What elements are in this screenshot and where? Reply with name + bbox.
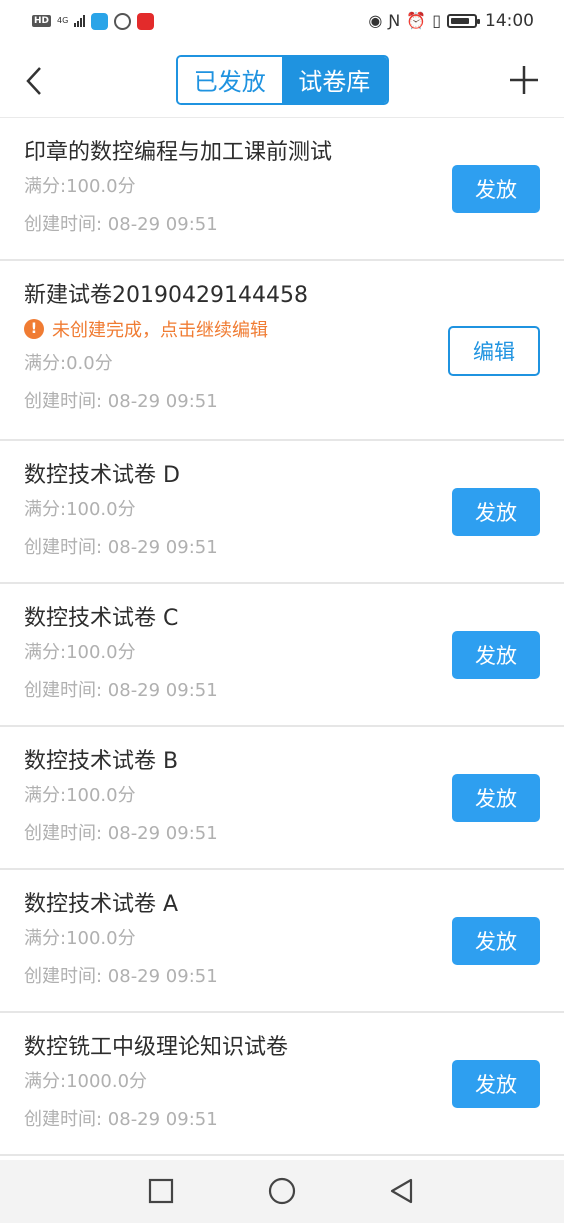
square-recents-icon[interactable]	[146, 1176, 176, 1206]
paper-title: 数控技术试卷 D	[24, 463, 180, 488]
news-app-icon	[137, 12, 155, 30]
tab-paper-library[interactable]: 试卷库	[282, 56, 387, 103]
paper-item[interactable]: 数控技术试卷 D 满分:100.0分 创建时间: 08-29 09:51 发放	[0, 441, 564, 584]
paper-list: 印章的数控编程与加工课前测试 满分:100.0分 创建时间: 08-29 09:…	[0, 118, 564, 1156]
paper-title: 印章的数控编程与加工课前测试	[24, 140, 333, 165]
status-bar-left: HD 4G	[32, 12, 155, 30]
paper-item[interactable]: 数控技术试卷 B 满分:100.0分 创建时间: 08-29 09:51 发放	[0, 727, 564, 870]
system-nav-bar	[0, 1160, 564, 1223]
paper-created-time: 创建时间: 08-29 09:51	[24, 391, 218, 412]
tab-issued[interactable]: 已发放	[177, 56, 282, 103]
issue-button[interactable]: 发放	[452, 631, 540, 679]
issue-button[interactable]: 发放	[452, 1060, 540, 1108]
signal-icon	[74, 15, 86, 27]
circle-home-icon[interactable]	[267, 1176, 297, 1206]
top-header: 已发放 试卷库	[0, 42, 564, 118]
warning-text: 未创建完成，点击继续编辑	[52, 320, 268, 341]
issue-button[interactable]: 发放	[452, 165, 540, 213]
nfc-icon: Ɲ	[388, 11, 401, 30]
clock: 14:00	[485, 11, 534, 31]
eye-icon: ◉	[368, 11, 383, 30]
issue-button[interactable]: 发放	[452, 774, 540, 822]
paper-item[interactable]: 数控铣工中级理论知识试卷 满分:1000.0分 创建时间: 08-29 09:5…	[0, 1013, 564, 1156]
paper-title: 新建试卷20190429144458	[24, 283, 308, 308]
hd-badge: HD	[32, 15, 52, 27]
paper-created-time: 创建时间: 08-29 09:51	[24, 1109, 218, 1130]
paper-created-time: 创建时间: 08-29 09:51	[24, 823, 218, 844]
paper-title: 数控技术试卷 B	[24, 749, 179, 774]
search-app-icon	[91, 12, 109, 30]
paper-item[interactable]: 数控技术试卷 C 满分:100.0分 创建时间: 08-29 09:51 发放	[0, 584, 564, 727]
vibrate-icon: ▯	[432, 11, 441, 30]
paper-item[interactable]: 新建试卷20190429144458 ! 未创建完成，点击继续编辑 满分:0.0…	[0, 261, 564, 441]
paper-created-time: 创建时间: 08-29 09:51	[24, 537, 218, 558]
status-bar-right: ◉ Ɲ ⏰ ▯ 14:00	[368, 11, 534, 31]
warning-icon: !	[24, 319, 44, 339]
triangle-back-icon[interactable]	[387, 1176, 417, 1206]
hand-app-icon	[114, 12, 132, 30]
issue-button[interactable]: 发放	[452, 488, 540, 536]
paper-title: 数控技术试卷 C	[24, 606, 179, 631]
plus-icon[interactable]	[508, 64, 540, 96]
paper-title: 数控技术试卷 A	[24, 892, 179, 917]
paper-item[interactable]: 印章的数控编程与加工课前测试 满分:100.0分 创建时间: 08-29 09:…	[0, 118, 564, 261]
status-bar: HD 4G ◉ Ɲ ⏰ ▯ 14:00	[0, 0, 564, 42]
paper-created-time: 创建时间: 08-29 09:51	[24, 214, 218, 235]
paper-title: 数控铣工中级理论知识试卷	[24, 1035, 289, 1060]
chevron-left-icon[interactable]	[20, 64, 50, 98]
network-type: 4G	[57, 16, 69, 25]
battery-icon	[447, 14, 480, 28]
alarm-icon: ⏰	[406, 11, 427, 30]
segment-tabs: 已发放 试卷库	[175, 54, 389, 105]
edit-button[interactable]: 编辑	[448, 326, 540, 376]
issue-button[interactable]: 发放	[452, 917, 540, 965]
paper-created-time: 创建时间: 08-29 09:51	[24, 680, 218, 701]
paper-created-time: 创建时间: 08-29 09:51	[24, 966, 218, 987]
paper-item[interactable]: 数控技术试卷 A 满分:100.0分 创建时间: 08-29 09:51 发放	[0, 870, 564, 1013]
